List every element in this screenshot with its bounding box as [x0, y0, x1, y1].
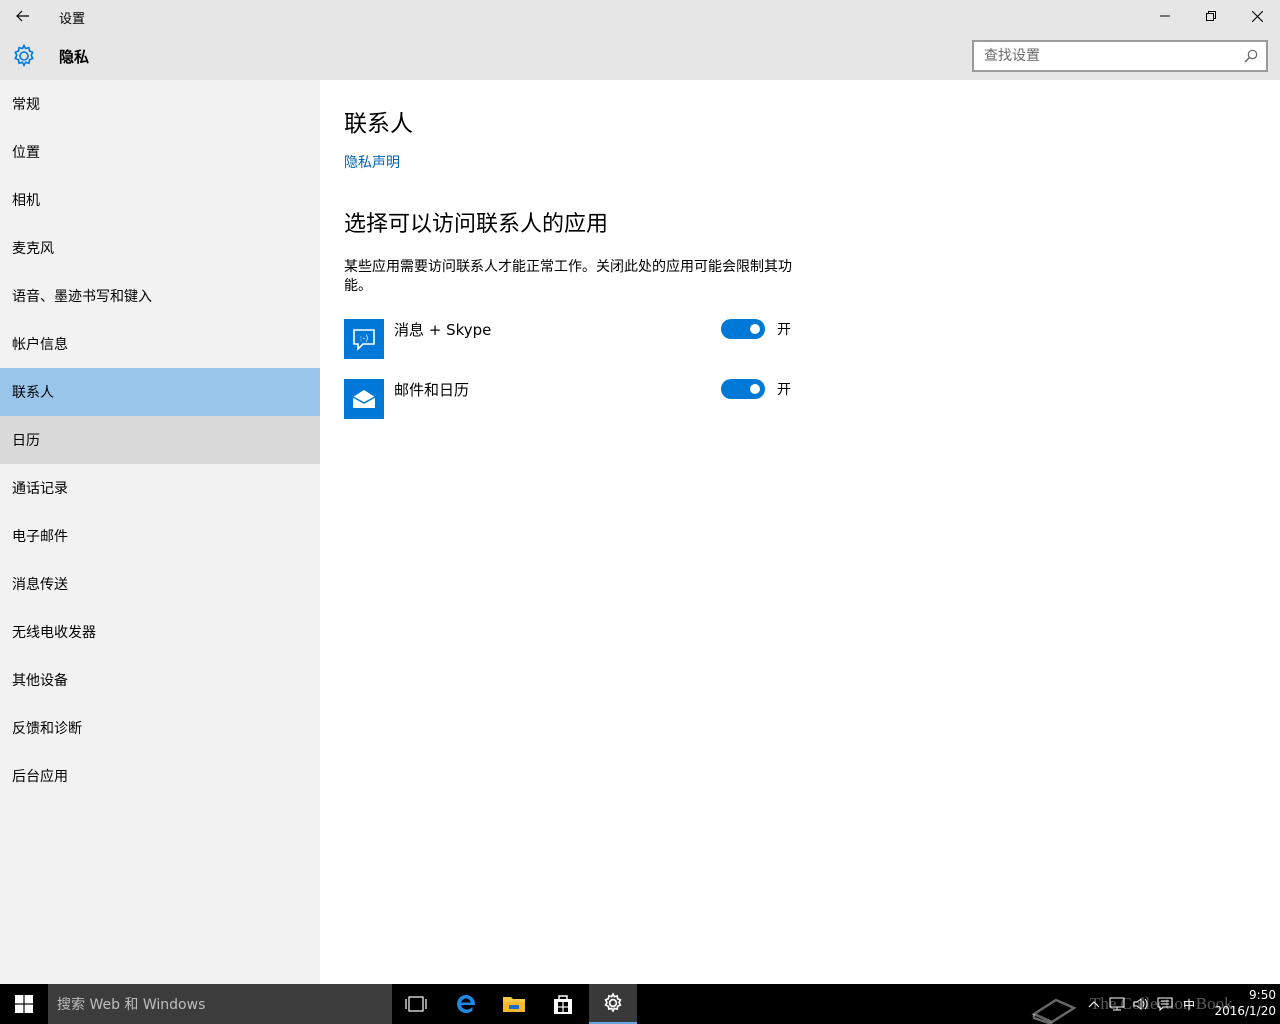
sidebar: 常规 位置 相机 麦克风 语音、墨迹书写和键入 帐户信息 联系人 日历 通话记录… [0, 80, 320, 984]
sidebar-item-other-devices[interactable]: 其他设备 [0, 656, 320, 704]
network-tray-button[interactable] [1106, 984, 1128, 1024]
sidebar-item-speech-inking-typing[interactable]: 语音、墨迹书写和键入 [0, 272, 320, 320]
sidebar-item-label: 无线电收发器 [12, 625, 96, 641]
sidebar-item-email[interactable]: 电子邮件 [0, 512, 320, 560]
sidebar-item-label: 日历 [12, 433, 40, 449]
book-icon [1031, 998, 1077, 1024]
notification-icon [1157, 997, 1173, 1011]
back-button[interactable] [0, 0, 46, 32]
sidebar-item-contacts[interactable]: 联系人 [0, 368, 320, 416]
edge-icon [457, 995, 475, 1013]
chevron-up-icon [1088, 1001, 1100, 1008]
messaging-skype-icon: :-) [344, 319, 384, 359]
close-button[interactable] [1234, 0, 1280, 32]
clock-date: 2016/1/20 [1214, 1004, 1276, 1018]
sidebar-item-microphone[interactable]: 麦克风 [0, 224, 320, 272]
sidebar-item-label: 位置 [12, 145, 40, 161]
search-icon[interactable] [1244, 49, 1258, 63]
sidebar-item-label: 反馈和诊断 [12, 721, 82, 737]
gear-icon [604, 992, 622, 1013]
sidebar-item-background-apps[interactable]: 后台应用 [0, 752, 320, 800]
app-name: 消息 + Skype [394, 321, 492, 339]
title-bar: 设置 [0, 0, 1280, 32]
sidebar-item-label: 语音、墨迹书写和键入 [12, 289, 152, 305]
file-explorer-taskbar-button[interactable] [490, 984, 538, 1024]
close-icon [1251, 10, 1263, 22]
sidebar-item-label: 电子邮件 [12, 529, 68, 545]
svg-text::-): :-) [360, 334, 369, 343]
settings-search-box[interactable] [972, 40, 1268, 72]
window-title: 设置 [59, 12, 86, 27]
taskbar: 搜索 Web 和 Windows The Collection Book 中 9… [0, 984, 1280, 1024]
sidebar-item-radios[interactable]: 无线电收发器 [0, 608, 320, 656]
restore-button[interactable] [1188, 0, 1234, 32]
task-view-button[interactable] [392, 984, 440, 1024]
subsection-title: 选择可以访问联系人的应用 [344, 212, 609, 237]
store-taskbar-button[interactable] [539, 984, 587, 1024]
sidebar-item-label: 消息传送 [12, 577, 68, 593]
minimize-icon [1160, 15, 1170, 17]
toggle-knob [750, 384, 760, 394]
app-row-messaging-skype: :-) 消息 + Skype 开 [344, 319, 804, 359]
folder-icon [503, 997, 525, 1012]
sidebar-item-label: 帐户信息 [12, 337, 68, 353]
settings-search-input[interactable] [974, 42, 1234, 70]
sidebar-item-label: 其他设备 [12, 673, 68, 689]
sidebar-item-label: 通话记录 [12, 481, 68, 497]
sidebar-item-account-info[interactable]: 帐户信息 [0, 320, 320, 368]
sidebar-item-messaging[interactable]: 消息传送 [0, 560, 320, 608]
app-name: 邮件和日历 [394, 381, 470, 399]
mail-calendar-icon [344, 379, 384, 419]
ime-label: 中 [1182, 997, 1195, 1012]
content-pane: 联系人 隐私声明 选择可以访问联系人的应用 某些应用需要访问联系人才能正常工作。… [320, 80, 1280, 984]
mail-calendar-toggle[interactable] [721, 379, 765, 399]
settings-header: 隐私 [0, 32, 1280, 80]
store-icon [554, 995, 572, 1014]
start-button[interactable] [0, 984, 48, 1024]
clock-time: 9:50 [1249, 988, 1276, 1002]
edge-taskbar-button[interactable] [442, 984, 490, 1024]
minimize-button[interactable] [1142, 0, 1188, 32]
taskbar-search-placeholder: 搜索 Web 和 Windows [57, 997, 206, 1013]
sidebar-item-label: 常规 [12, 97, 40, 113]
speaker-icon [1133, 998, 1148, 1010]
sidebar-item-calendar[interactable]: 日历 [0, 416, 320, 464]
taskbar-clock[interactable]: 9:50 2016/1/20 [1200, 987, 1276, 1019]
description-text: 某些应用需要访问联系人才能正常工作。关闭此处的应用可能会限制其功能。 [344, 259, 792, 294]
taskbar-search-box[interactable]: 搜索 Web 和 Windows [48, 984, 392, 1024]
app-row-mail-calendar: 邮件和日历 开 [344, 379, 804, 419]
show-hidden-icons-button[interactable] [1084, 984, 1104, 1024]
restore-icon [1206, 11, 1216, 21]
toggle-state-label: 开 [777, 322, 791, 338]
section-title: 联系人 [344, 111, 413, 137]
settings-taskbar-button[interactable] [589, 984, 637, 1024]
page-title: 隐私 [59, 48, 90, 66]
sidebar-item-label: 麦克风 [12, 241, 54, 257]
input-method-indicator[interactable]: 中 [1178, 984, 1200, 1024]
task-view-icon [405, 996, 427, 1012]
sidebar-item-label: 联系人 [12, 385, 54, 401]
windows-logo-icon [15, 995, 33, 1013]
sidebar-item-label: 后台应用 [12, 769, 68, 785]
sidebar-item-label: 相机 [12, 193, 40, 209]
sidebar-item-general[interactable]: 常规 [0, 80, 320, 128]
network-icon [1109, 997, 1125, 1011]
sidebar-item-location[interactable]: 位置 [0, 128, 320, 176]
volume-tray-button[interactable] [1130, 984, 1152, 1024]
sidebar-item-camera[interactable]: 相机 [0, 176, 320, 224]
messaging-skype-toggle[interactable] [721, 319, 765, 339]
sidebar-item-call-history[interactable]: 通话记录 [0, 464, 320, 512]
gear-icon [14, 43, 34, 67]
toggle-state-label: 开 [777, 382, 791, 398]
sidebar-item-feedback-diagnostics[interactable]: 反馈和诊断 [0, 704, 320, 752]
privacy-statement-link[interactable]: 隐私声明 [344, 152, 400, 172]
action-center-button[interactable] [1154, 984, 1176, 1024]
toggle-knob [750, 324, 760, 334]
back-arrow-icon [16, 10, 29, 22]
